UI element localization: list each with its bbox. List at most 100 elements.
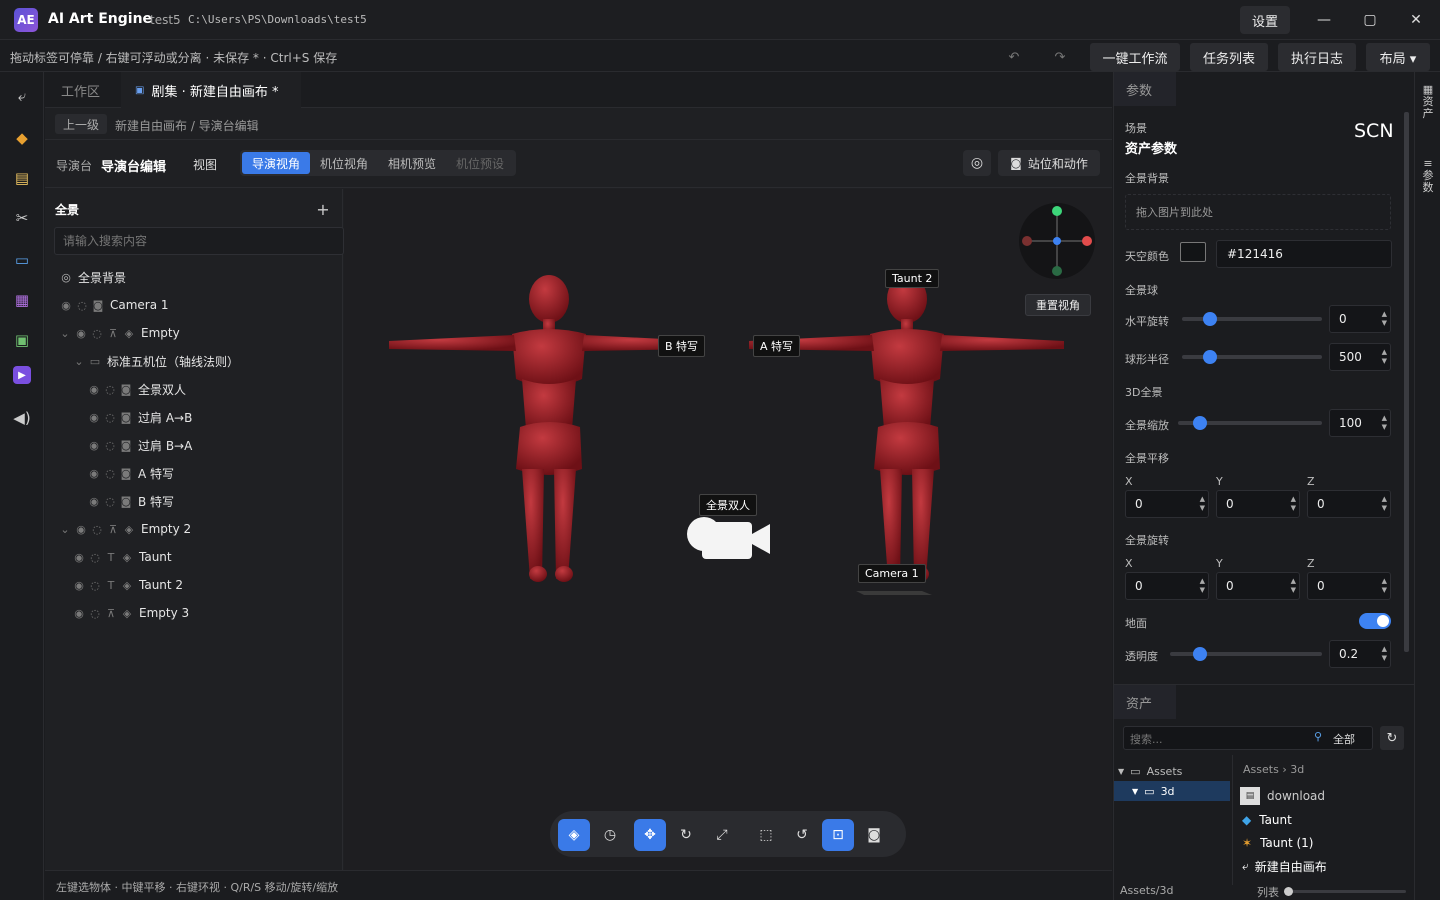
tree-root[interactable]: ◎ 全景背景 xyxy=(45,263,343,291)
tree-item[interactable]: ◉ ◌ ⊼ ◈ Empty 3 xyxy=(45,599,343,627)
asset-file[interactable]: ✶ Taunt (1) xyxy=(1242,836,1314,850)
asset-file[interactable]: ▤ download xyxy=(1240,787,1325,805)
view-menu[interactable]: 视图 xyxy=(193,156,217,173)
lock-icon[interactable]: ◌ xyxy=(89,523,105,536)
chevron-down-icon[interactable]: ⌄ xyxy=(71,355,87,368)
layout-button[interactable]: 布局 ▾ xyxy=(1366,43,1430,71)
visibility-icon[interactable]: ◉ xyxy=(71,607,87,620)
params-scrollbar[interactable] xyxy=(1404,112,1409,652)
visibility-icon[interactable]: ◉ xyxy=(71,551,87,564)
visibility-icon[interactable]: ◉ xyxy=(58,299,74,312)
asset-crumb-3d[interactable]: 3d xyxy=(1290,763,1304,776)
h-rot-knob[interactable] xyxy=(1203,312,1217,326)
stepper-icon[interactable]: ▲ ▼ xyxy=(1200,495,1205,513)
opacity-knob[interactable] xyxy=(1193,647,1208,661)
visibility-icon[interactable]: ◉ xyxy=(86,383,102,396)
visibility-icon[interactable]: ◉ xyxy=(73,327,89,340)
lock-icon[interactable]: ◌ xyxy=(87,551,103,564)
sky-color-swatch[interactable] xyxy=(1180,242,1206,262)
refresh-icon[interactable]: ↻ xyxy=(1380,726,1404,750)
close-icon[interactable]: ✕ xyxy=(1404,8,1428,32)
execution-log-button[interactable]: 执行日志 xyxy=(1278,43,1356,71)
tree-item[interactable]: ⌄ ◉ ◌ ⊼ ◈ Empty 2 xyxy=(45,515,343,543)
timer-icon[interactable]: ◷ xyxy=(594,819,626,851)
axis-gizmo[interactable] xyxy=(1019,203,1095,279)
stepper-icon[interactable]: ▲ ▼ xyxy=(1382,645,1387,663)
mode-camera-preset[interactable]: 机位预设 xyxy=(446,152,514,174)
tree-item[interactable]: ◉ ◌ ◙ 过肩 A→B xyxy=(45,403,343,431)
frame-icon[interactable]: ⬚ xyxy=(750,819,782,851)
asset-file[interactable]: ◆ Taunt xyxy=(1242,813,1292,827)
radius-knob[interactable] xyxy=(1203,350,1217,364)
visibility-icon[interactable]: ◉ xyxy=(86,495,102,508)
tree-item[interactable]: ⌄ ◉ ◌ ⊼ ◈ Empty xyxy=(45,319,343,347)
tree-item[interactable]: ◉ ◌ ◙ 全景双人 xyxy=(45,375,343,403)
mode-camera-view[interactable]: 机位视角 xyxy=(310,152,378,174)
book-icon[interactable]: ▭ xyxy=(10,248,34,272)
script-icon[interactable]: ▤ xyxy=(10,166,34,190)
visibility-icon[interactable]: ◉ xyxy=(73,523,89,536)
tree-item[interactable]: ◉ ◌ ◙ 过肩 B→A xyxy=(45,431,343,459)
pan-z-input[interactable]: 0 ▲ ▼ xyxy=(1307,490,1391,518)
sky-color-input[interactable]: #121416 xyxy=(1216,240,1392,268)
clapper-icon[interactable]: ▦ xyxy=(10,288,34,312)
tab-active-canvas[interactable]: ▣ 剧集 · 新建自由画布 * xyxy=(121,72,301,108)
screenshot-icon[interactable]: ◙ xyxy=(858,819,890,851)
redo-button[interactable]: ↷ xyxy=(1040,46,1080,68)
object-mode-icon[interactable]: ◈ xyxy=(558,819,590,851)
side-tab-assets[interactable]: ▦ 资产 xyxy=(1421,84,1435,120)
one-click-workflow-button[interactable]: 一键工作流 xyxy=(1090,43,1180,71)
visibility-icon[interactable]: ◉ xyxy=(86,411,102,424)
asset-folder-3d[interactable]: ▼ ▭ 3d xyxy=(1114,781,1230,801)
rot-z-input[interactable]: 0 ▲ ▼ xyxy=(1307,572,1391,600)
lock-icon[interactable]: ◌ xyxy=(74,299,90,312)
lock-icon[interactable]: ◌ xyxy=(102,467,118,480)
visibility-icon[interactable]: ◉ xyxy=(71,579,87,592)
audio-icon[interactable]: ◀) xyxy=(10,406,34,430)
lock-icon[interactable]: ◌ xyxy=(89,327,105,340)
stepper-icon[interactable]: ▲ ▼ xyxy=(1291,495,1296,513)
asset-folder-root[interactable]: ▼ ▭ Assets xyxy=(1118,762,1230,780)
thumb-size-knob[interactable] xyxy=(1284,887,1293,896)
tab-assets[interactable]: 资产 xyxy=(1114,685,1176,719)
focus-icon[interactable]: ⊡ xyxy=(822,819,854,851)
lock-icon[interactable]: ◌ xyxy=(102,439,118,452)
pan-x-input[interactable]: 0 ▲ ▼ xyxy=(1125,490,1209,518)
pan-y-input[interactable]: 0 ▲ ▼ xyxy=(1216,490,1300,518)
chevron-down-icon[interactable]: ⌄ xyxy=(57,327,73,340)
tree-item[interactable]: ◉ ◌ T ◈ Taunt 2 xyxy=(45,571,343,599)
reset-icon[interactable]: ↺ xyxy=(786,819,818,851)
rotate-icon[interactable]: ↻ xyxy=(670,819,702,851)
tab-workspace[interactable]: 工作区 xyxy=(61,72,100,108)
image-icon[interactable]: ▣ xyxy=(10,328,34,352)
thumb-size-slider[interactable] xyxy=(1284,887,1406,896)
asset-file[interactable]: ⤶ 新建自由画布 xyxy=(1242,858,1327,875)
scale-knob[interactable] xyxy=(1192,416,1207,430)
stepper-icon[interactable]: ▲ ▼ xyxy=(1291,577,1296,595)
scale-icon[interactable]: ⤢ xyxy=(706,819,738,851)
stepper-icon[interactable]: ▲ ▼ xyxy=(1200,577,1205,595)
add-node-button[interactable]: + xyxy=(313,199,333,219)
lock-icon[interactable]: ◌ xyxy=(87,607,103,620)
opacity-input[interactable]: 0.2 ▲ ▼ xyxy=(1329,640,1391,668)
lock-icon[interactable]: ◌ xyxy=(102,411,118,424)
h-rot-input[interactable]: 0 ▲ ▼ xyxy=(1329,305,1391,333)
tree-item[interactable]: ⌄ ▭ 标准五机位（轴线法则） xyxy=(45,347,343,375)
scale-slider[interactable] xyxy=(1178,416,1322,430)
ground-toggle[interactable] xyxy=(1359,613,1391,629)
reset-view-button[interactable]: 重置视角 xyxy=(1025,294,1091,316)
minimize-icon[interactable]: — xyxy=(1312,8,1336,32)
settings-button[interactable]: 设置 xyxy=(1240,6,1290,34)
stepper-icon[interactable]: ▲ ▼ xyxy=(1382,310,1387,328)
radius-slider[interactable] xyxy=(1182,350,1322,364)
h-rot-slider[interactable] xyxy=(1182,312,1322,326)
rot-x-input[interactable]: 0 ▲ ▼ xyxy=(1125,572,1209,600)
up-button[interactable]: 上一级 xyxy=(55,114,108,134)
task-list-button[interactable]: 任务列表 xyxy=(1190,43,1268,71)
pose-action-button[interactable]: ◙ 站位和动作 xyxy=(998,150,1100,176)
globe-icon[interactable]: ◎ xyxy=(963,150,991,176)
assets-filter[interactable]: 全部 xyxy=(1333,731,1355,747)
assets-search[interactable]: 搜索... ⚲ 全部 xyxy=(1123,726,1373,750)
mode-camera-preview[interactable]: 相机预览 xyxy=(378,152,446,174)
lock-icon[interactable]: ◌ xyxy=(102,383,118,396)
